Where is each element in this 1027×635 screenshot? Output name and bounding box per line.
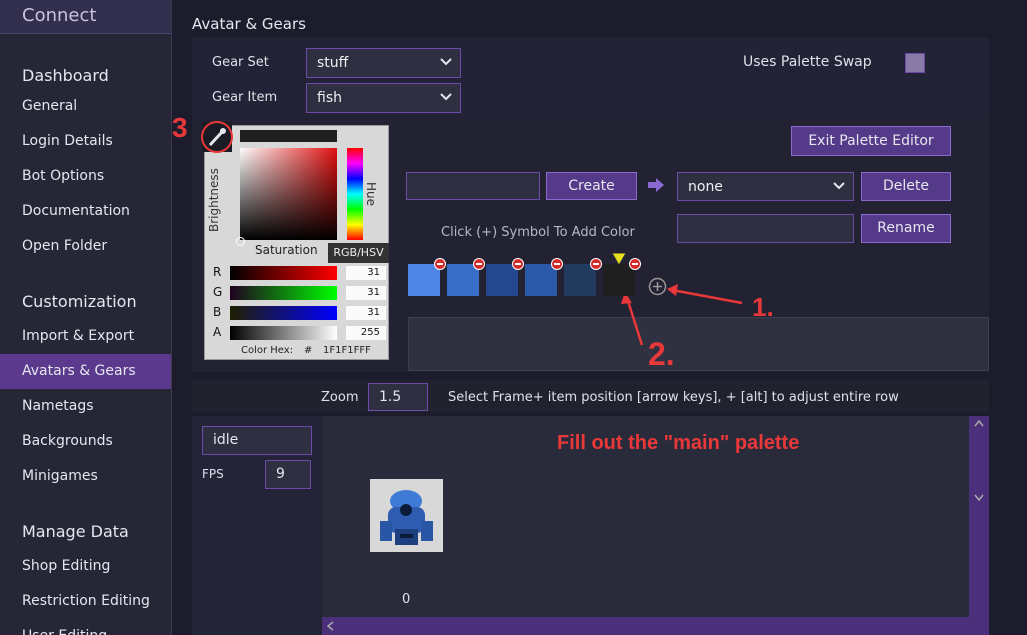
frame-index: 0 <box>402 592 411 607</box>
annotation-2: 2. <box>648 336 675 372</box>
remove-swatch-icon[interactable] <box>629 258 641 270</box>
annotation-1: 1. <box>752 292 774 322</box>
section-manage-data: Manage Data <box>22 522 129 541</box>
remove-swatch-icon[interactable] <box>512 258 524 270</box>
fps-input[interactable]: 9 <box>265 460 311 489</box>
sidebar-item-documentation[interactable]: Documentation <box>0 194 171 229</box>
palette-swatch[interactable] <box>447 264 479 296</box>
animation-name-input[interactable]: idle <box>202 426 312 455</box>
sidebar-item-login-details[interactable]: Login Details <box>0 124 171 159</box>
sidebar-item-import-export[interactable]: Import & Export <box>0 319 171 354</box>
sidebar: Connect Dashboard General Login Details … <box>0 0 172 635</box>
palette-swatch[interactable] <box>408 264 440 296</box>
zoom-input[interactable]: 1.5 <box>368 383 428 411</box>
palette-swatch[interactable] <box>603 264 635 296</box>
annotation-3: 3 <box>172 112 188 143</box>
chevron-up-icon[interactable] <box>974 420 984 427</box>
brand-title: Connect <box>22 5 97 26</box>
vertical-scrollbar[interactable] <box>969 416 989 635</box>
section-customization: Customization <box>22 292 137 311</box>
palette-swatch[interactable] <box>564 264 596 296</box>
fps-label: FPS <box>202 467 224 481</box>
chevron-down-icon[interactable] <box>974 494 984 501</box>
sprite-image <box>380 490 433 545</box>
sidebar-item-nametags[interactable]: Nametags <box>0 389 171 424</box>
sidebar-item-minigames[interactable]: Minigames <box>0 459 171 494</box>
sidebar-item-restriction-editing[interactable]: Restriction Editing <box>0 584 171 619</box>
sidebar-item-user-editing[interactable]: User Editing <box>0 619 171 635</box>
sidebar-item-shop-editing[interactable]: Shop Editing <box>0 549 171 584</box>
brand-header: Connect <box>0 0 171 34</box>
remove-swatch-icon[interactable] <box>434 258 446 270</box>
palette-swatch[interactable] <box>486 264 518 296</box>
frame-thumbnail[interactable] <box>370 479 443 552</box>
sidebar-item-open-folder[interactable]: Open Folder <box>0 229 171 264</box>
annotation-banner: Fill out the "main" palette <box>557 432 800 454</box>
sidebar-item-bot-options[interactable]: Bot Options <box>0 159 171 194</box>
zoom-label: Zoom <box>321 390 359 405</box>
remove-swatch-icon[interactable] <box>590 258 602 270</box>
sidebar-item-general[interactable]: General <box>0 89 171 124</box>
horizontal-scrollbar[interactable] <box>322 617 969 635</box>
main-content: Avatar & Gears Gear Set stuff Gear Item … <box>172 0 1027 635</box>
sidebar-item-avatars-gears[interactable]: Avatars & Gears <box>0 354 171 389</box>
zoom-hint: Select Frame+ item position [arrow keys]… <box>448 390 899 405</box>
remove-swatch-icon[interactable] <box>473 258 485 270</box>
palette-swatch[interactable] <box>525 264 557 296</box>
section-dashboard: Dashboard <box>22 66 109 85</box>
chevron-left-icon[interactable] <box>327 621 334 631</box>
remove-swatch-icon[interactable] <box>551 258 563 270</box>
sidebar-item-backgrounds[interactable]: Backgrounds <box>0 424 171 459</box>
